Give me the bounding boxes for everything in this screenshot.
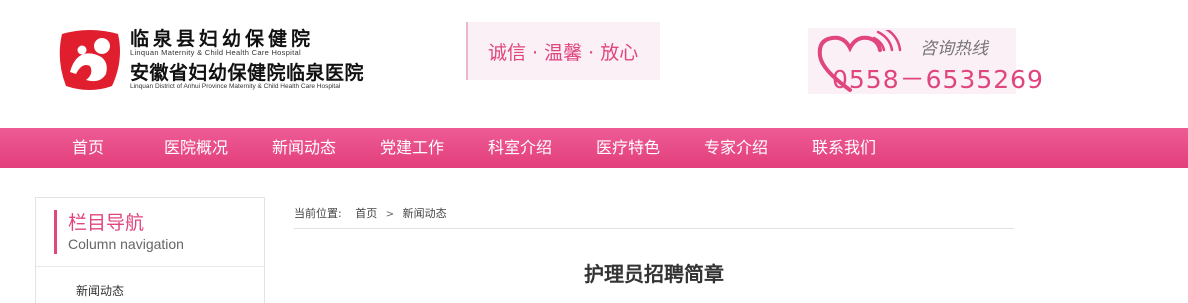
nav-item-departments[interactable]: 科室介绍: [488, 128, 552, 168]
article-title: 护理员招聘简章: [584, 262, 724, 286]
hotline-label: 咨询热线: [920, 39, 988, 59]
nav-item-features[interactable]: 医疗特色: [596, 128, 660, 168]
nav-item-news[interactable]: 新闻动态: [272, 128, 336, 168]
sidebar-divider: [36, 266, 264, 267]
breadcrumb-news-link[interactable]: 新闻动态: [403, 205, 447, 221]
breadcrumb: 当前位置: 首页 > 新闻动态: [294, 205, 447, 221]
sidebar-accent-bar: [54, 210, 57, 254]
breadcrumb-home-link[interactable]: 首页: [355, 205, 377, 221]
hospital-name-en: Linquan Maternity & Child Health Care Ho…: [130, 48, 301, 57]
breadcrumb-divider: [294, 228, 1014, 229]
logo-text-block: 临泉县妇幼保健院 Linquan Maternity & Child Healt…: [130, 24, 400, 94]
mother-child-emblem-icon: [59, 30, 120, 90]
sidebar-item-news[interactable]: 新闻动态: [76, 282, 124, 299]
sidebar-column-nav: 栏目导航 Column navigation 新闻动态: [35, 197, 265, 303]
sidebar-subtitle: Column navigation: [68, 236, 184, 252]
nav-item-home[interactable]: 首页: [72, 128, 104, 168]
nav-item-about[interactable]: 医院概况: [164, 128, 228, 168]
nav-item-experts[interactable]: 专家介绍: [704, 128, 768, 168]
hospital-alt-name-en: Linquan District of Anhui Province Mater…: [130, 83, 341, 90]
breadcrumb-separator: >: [385, 209, 395, 220]
hospital-alt-name-cn: 安徽省妇幼保健院临泉医院: [130, 62, 365, 84]
hotline-banner: 咨询热线 0558－6535269: [808, 28, 1043, 94]
sidebar-title: 栏目导航: [68, 212, 145, 234]
nav-item-contact[interactable]: 联系我们: [812, 128, 876, 168]
slogan-banner: 诚信 · 温馨 · 放心: [466, 22, 660, 80]
main-navigation: 首页 医院概况 新闻动态 党建工作 科室介绍 医疗特色 专家介绍 联系我们: [0, 128, 1188, 168]
hospital-name-cn: 临泉县妇幼保健院: [130, 28, 315, 50]
hospital-logo[interactable]: 临泉县妇幼保健院 Linquan Maternity & Child Healt…: [56, 24, 396, 94]
nav-item-party[interactable]: 党建工作: [380, 128, 444, 168]
site-header: 临泉县妇幼保健院 Linquan Maternity & Child Healt…: [0, 0, 1188, 128]
slogan-text: 诚信 · 温馨 · 放心: [488, 42, 639, 64]
breadcrumb-label: 当前位置:: [294, 207, 342, 220]
hotline-number: 0558－6535269: [832, 65, 1044, 94]
